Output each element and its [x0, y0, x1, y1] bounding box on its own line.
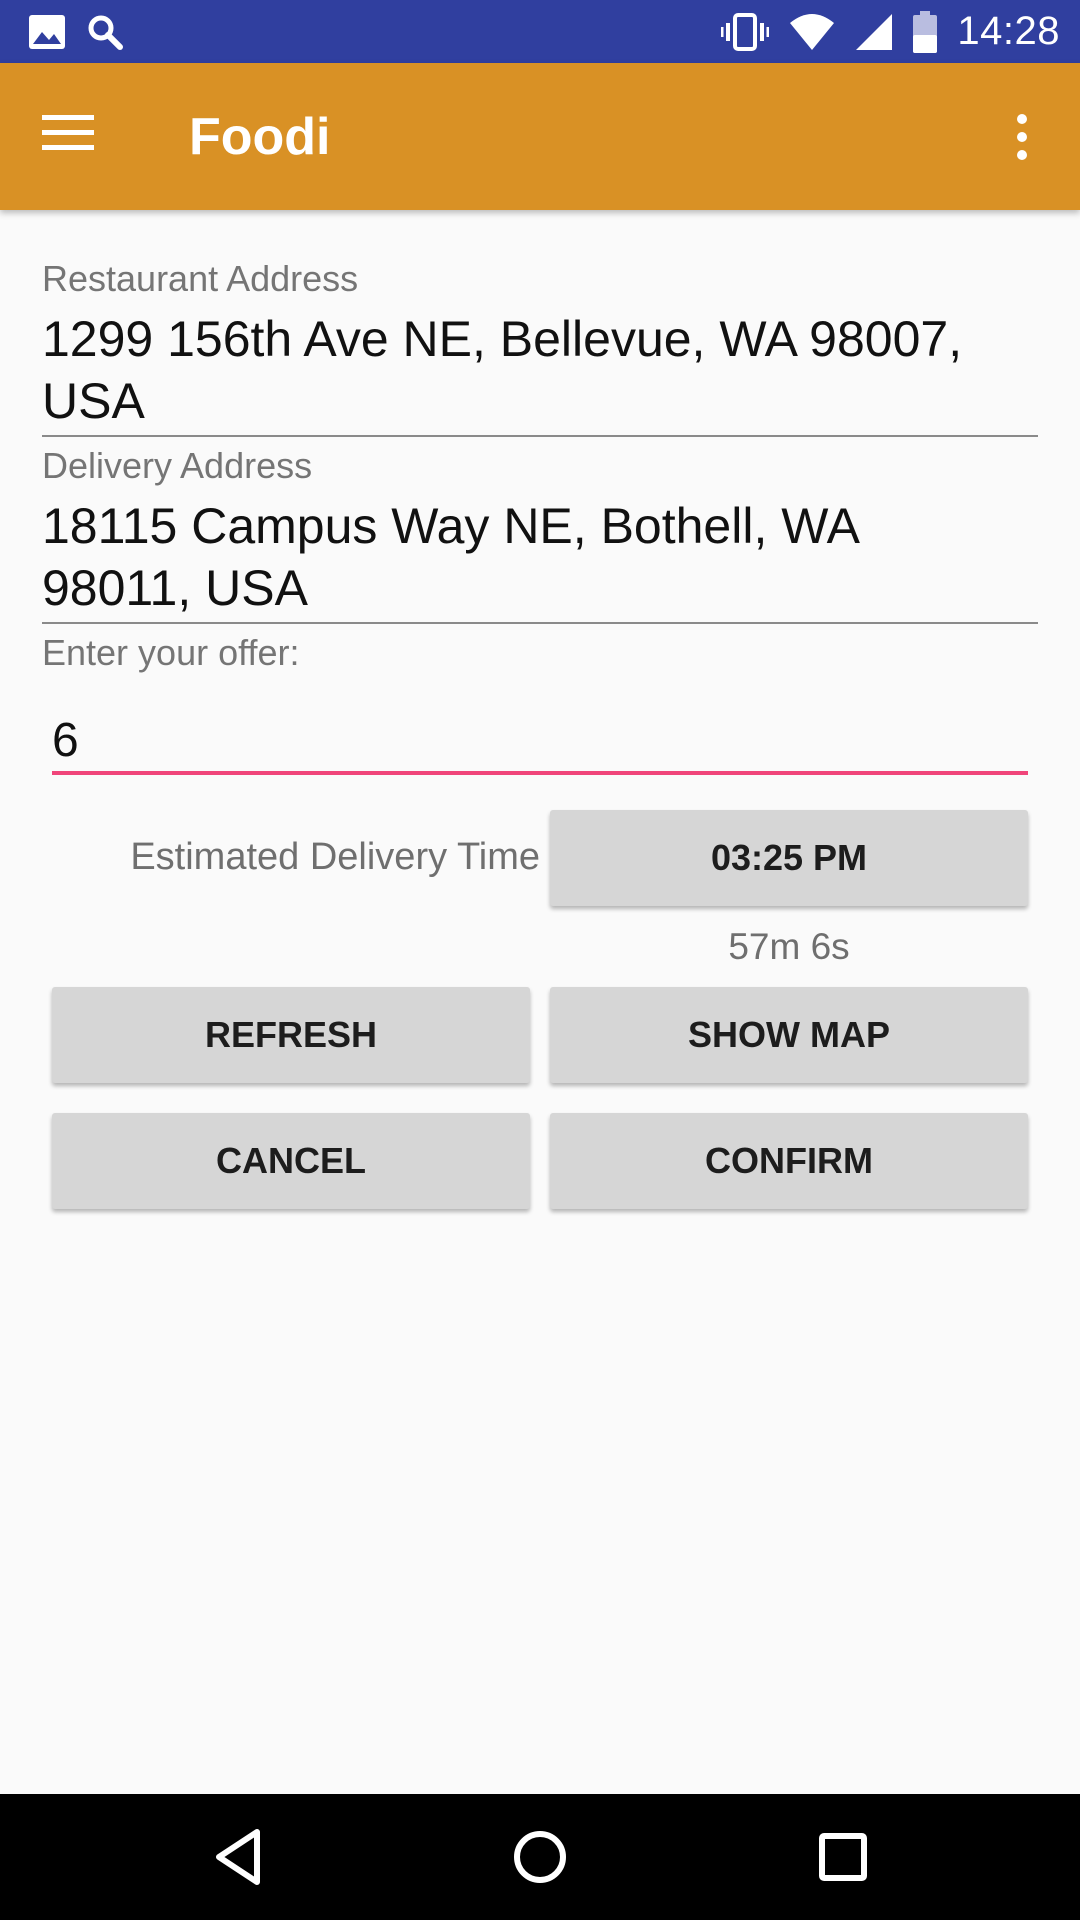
status-bar: 14:28: [0, 0, 1080, 63]
wifi-icon: [789, 13, 835, 51]
image-icon: [28, 14, 66, 50]
offer-input-underline: [52, 771, 1028, 775]
search-icon: [86, 13, 124, 51]
offer-input[interactable]: [52, 706, 1028, 774]
restaurant-address-line2: USA: [42, 373, 145, 429]
offer-label: Enter your offer:: [42, 632, 300, 673]
delivery-address-line1: 18115 Campus Way NE, Bothell, WA: [42, 498, 860, 554]
status-left: [28, 13, 124, 51]
show-map-button[interactable]: SHOW MAP: [550, 987, 1028, 1083]
confirm-button[interactable]: CONFIRM: [550, 1113, 1028, 1209]
countdown-text: 57m 6s: [728, 926, 850, 967]
cancel-button[interactable]: CANCEL: [52, 1113, 530, 1209]
screen: 14:28 Foodi Restaurant Address 1299 156t…: [0, 0, 1080, 1920]
estimated-time-button[interactable]: 03:25 PM: [550, 810, 1028, 906]
vibrate-icon: [721, 12, 770, 52]
battery-icon: [913, 10, 938, 53]
status-right: 14:28: [721, 9, 1060, 54]
menu-icon[interactable]: [42, 113, 102, 161]
estimated-delivery-label: Estimated Delivery Time: [130, 836, 540, 878]
home-icon[interactable]: [507, 1824, 573, 1890]
more-vert-icon[interactable]: [1008, 111, 1036, 163]
app-title: Foodi: [189, 108, 331, 166]
back-icon[interactable]: [207, 1824, 273, 1890]
delivery-address-line2: 98011, USA: [42, 560, 308, 616]
signal-icon: [855, 13, 893, 51]
refresh-button[interactable]: REFRESH: [52, 987, 530, 1083]
restaurant-address-divider: [42, 435, 1038, 437]
recents-icon[interactable]: [810, 1824, 876, 1890]
status-time: 14:28: [957, 9, 1060, 53]
delivery-address-label: Delivery Address: [42, 445, 313, 486]
restaurant-address-label: Restaurant Address: [42, 258, 359, 299]
navigation-bar: [0, 1794, 1080, 1920]
restaurant-address-line1: 1299 156th Ave NE, Bellevue, WA 98007,: [42, 311, 963, 367]
app-bar: Foodi: [0, 63, 1080, 210]
delivery-address-divider: [42, 622, 1038, 624]
